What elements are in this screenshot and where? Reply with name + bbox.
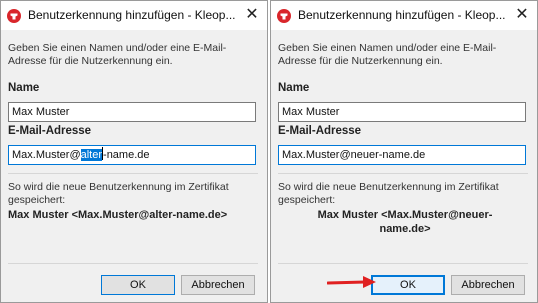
preview-intro-text: So wird die neue Benutzerkennung im Zert… — [8, 181, 229, 206]
cancel-button[interactable]: Abbrechen — [451, 275, 525, 295]
email-label: E-Mail-Adresse — [8, 125, 92, 137]
email-text-selection: alter — [80, 149, 103, 161]
kleopatra-icon — [277, 9, 291, 23]
instruction-text: Geben Sie einen Namen und/oder eine E-Ma… — [278, 42, 497, 67]
title-bar: Benutzerkennung hinzufügen - Kleop... ✕ — [271, 1, 537, 30]
email-text-after: -name.de — [103, 149, 150, 161]
preview-line-1: Max Muster <Max.Muster@neuer- — [317, 209, 493, 221]
title-bar: Benutzerkennung hinzufügen - Kleop... ✕ — [1, 1, 267, 30]
dialog-add-user-id-after: Benutzerkennung hinzufügen - Kleop... ✕ … — [270, 0, 538, 303]
red-arrow-icon — [327, 276, 376, 288]
separator — [8, 173, 258, 174]
name-label: Name — [8, 82, 40, 94]
close-icon[interactable]: ✕ — [513, 6, 531, 24]
ok-button[interactable]: OK — [371, 275, 445, 295]
cancel-button[interactable]: Abbrechen — [181, 275, 255, 295]
instruction-text: Geben Sie einen Namen und/oder eine E-Ma… — [8, 42, 227, 67]
preview-intro-text: So wird die neue Benutzerkennung im Zert… — [278, 181, 499, 206]
email-field[interactable]: Max.Muster@alter-name.de — [8, 145, 256, 165]
separator — [278, 173, 528, 174]
email-field[interactable]: Max.Muster@neuer-name.de — [278, 145, 526, 165]
dialog-add-user-id-before: Benutzerkennung hinzufügen - Kleop... ✕ … — [0, 0, 268, 303]
kleopatra-icon — [7, 9, 21, 23]
preview-user-id: Max Muster <Max.Muster@alter-name.de> — [8, 209, 228, 221]
ok-button[interactable]: OK — [101, 275, 175, 295]
name-field[interactable]: Max Muster — [8, 102, 256, 122]
window-title: Benutzerkennung hinzufügen - Kleop... — [28, 8, 236, 22]
close-icon[interactable]: ✕ — [243, 6, 261, 24]
email-label: E-Mail-Adresse — [278, 125, 362, 137]
separator — [8, 263, 258, 264]
preview-user-id: Max Muster <Max.Muster@neuer- name.de> — [271, 208, 538, 236]
separator — [278, 263, 528, 264]
name-field[interactable]: Max Muster — [278, 102, 526, 122]
preview-line-2: name.de> — [379, 223, 431, 235]
window-title: Benutzerkennung hinzufügen - Kleop... — [298, 8, 506, 22]
name-label: Name — [278, 82, 310, 94]
email-text-before: Max.Muster@ — [12, 149, 81, 161]
